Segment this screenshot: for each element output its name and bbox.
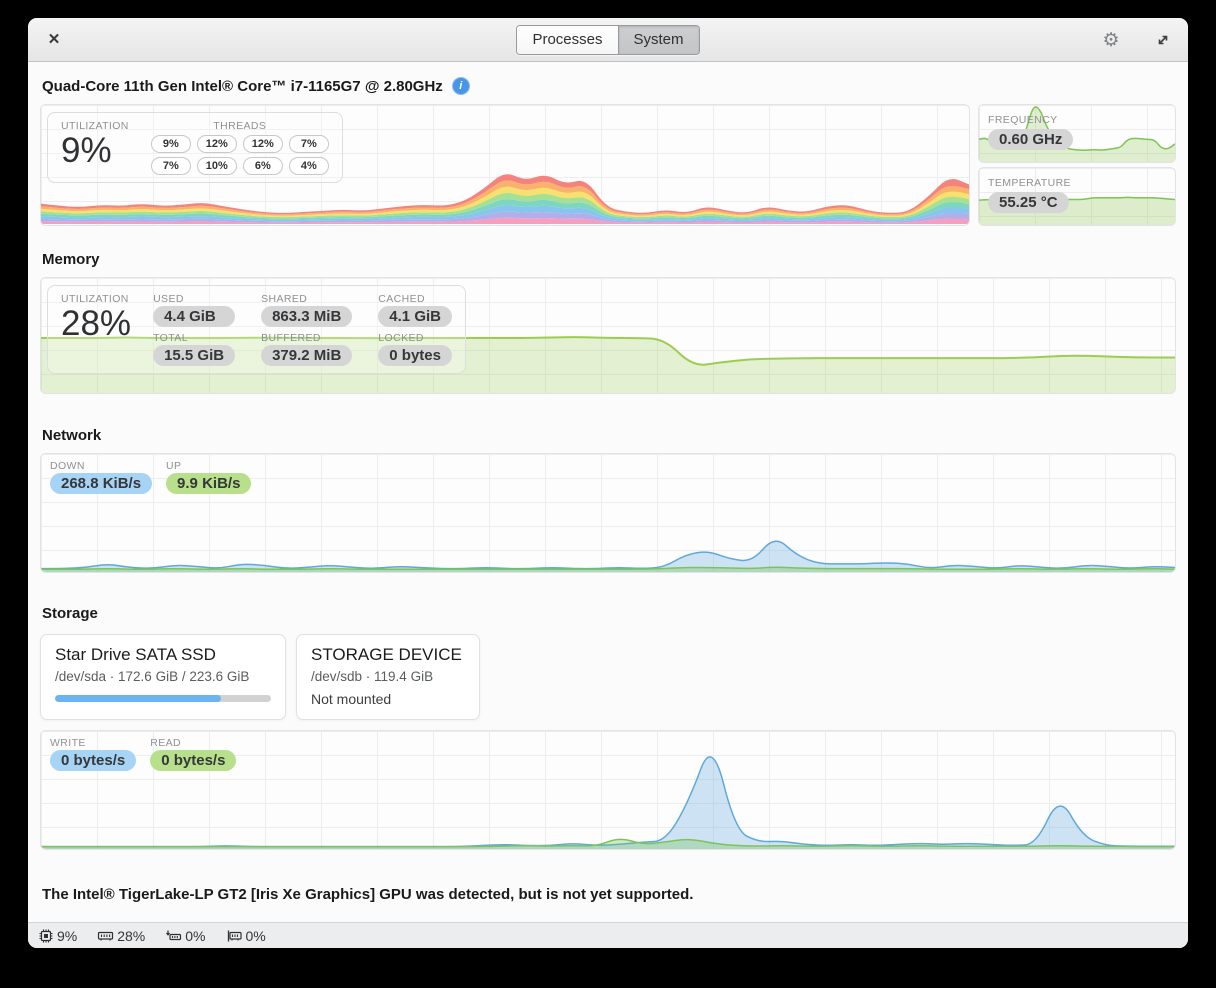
statusbar: 9% 28% 0% 0%: [28, 922, 1188, 948]
system-monitor-window: ✕ Processes System ⚙ Quad-Core 11th Gen …: [28, 18, 1188, 948]
statusbar-gpu-value: 0%: [246, 928, 266, 944]
frequency-badge: 0.60 GHz: [988, 129, 1073, 150]
cpu-title: Quad-Core 11th Gen Intel® Core™ i7-1165G…: [42, 78, 443, 95]
swap-icon: [165, 928, 182, 944]
cpu-frequency-chart: FREQUENCY 0.60 GHz: [978, 104, 1176, 163]
cpu-temperature-chart: TEMPERATURE 55.25 °C: [978, 167, 1176, 226]
network-up-label: UP: [166, 460, 251, 472]
device-details: /dev/sda · 172.6 GiB / 223.6 GiB: [55, 669, 271, 684]
storage-read-badge: 0 bytes/s: [150, 750, 236, 771]
statusbar-memory-value: 28%: [117, 928, 145, 944]
cpu-utilization-chart: UTILIZATION 9% THREADS 9% 12% 12% 7%: [40, 104, 970, 226]
network-down-badge: 268.8 KiB/s: [50, 473, 152, 494]
memory-icon: [97, 928, 114, 944]
cpu-utilization-value: 9%: [61, 132, 129, 171]
thread-usage-pill: 7%: [151, 157, 191, 175]
frequency-label: FREQUENCY: [988, 114, 1058, 126]
thread-usage-pill: 9%: [151, 135, 191, 153]
statusbar-cpu-value: 9%: [57, 928, 77, 944]
memory-cached-label: CACHED: [378, 293, 452, 305]
memory-utilization-chart: UTILIZATION 28% USED 4.4 GiB TOTAL 15.5 …: [40, 277, 1176, 394]
tab-processes[interactable]: Processes: [517, 26, 617, 54]
statusbar-swap: 0%: [165, 928, 205, 944]
gpu-icon: [226, 928, 243, 944]
memory-locked-label: LOCKED: [378, 332, 452, 344]
thread-usage-pill: 6%: [243, 157, 283, 175]
temperature-badge: 55.25 °C: [988, 192, 1069, 213]
thread-usage-pill: 10%: [197, 157, 237, 175]
system-view: Quad-Core 11th Gen Intel® Core™ i7-1165G…: [28, 62, 1188, 922]
tab-system[interactable]: System: [618, 26, 699, 54]
network-section-title: Network: [42, 427, 1174, 444]
network-down-label: DOWN: [50, 460, 152, 472]
thread-usage-pill: 4%: [289, 157, 329, 175]
gpu-notice-text: The Intel® TigerLake-LP GT2 [Iris Xe Gra…: [42, 886, 1174, 903]
storage-device-card-sdb: STORAGE DEVICE /dev/sdb · 119.4 GiB Not …: [296, 634, 480, 720]
thread-usage-pill: 12%: [197, 135, 237, 153]
memory-buffered-badge: 379.2 MiB: [261, 345, 352, 366]
storage-history-chart: WRITE 0 bytes/s READ 0 bytes/s: [40, 730, 1176, 850]
memory-shared-badge: 863.3 MiB: [261, 306, 352, 327]
cpu-threads-label: THREADS: [213, 120, 266, 132]
device-status: Not mounted: [311, 691, 465, 707]
memory-locked-badge: 0 bytes: [378, 345, 452, 366]
headerbar: ✕ Processes System ⚙: [28, 18, 1188, 62]
statusbar-cpu: 9%: [38, 928, 77, 944]
memory-used-badge: 4.4 GiB: [153, 306, 235, 327]
storage-write-badge: 0 bytes/s: [50, 750, 136, 771]
network-up-badge: 9.9 KiB/s: [166, 473, 251, 494]
memory-section-title: Memory: [42, 251, 1174, 268]
memory-total-label: TOTAL: [153, 332, 235, 344]
device-usage-bar: [55, 695, 271, 702]
fullscreen-expand-icon[interactable]: [1152, 29, 1174, 51]
device-name: Star Drive SATA SSD: [55, 645, 271, 665]
diagonal-arrows-icon: [1155, 32, 1171, 48]
statusbar-memory: 28%: [97, 928, 145, 944]
storage-device-card-sda: Star Drive SATA SSD /dev/sda · 172.6 GiB…: [40, 634, 286, 720]
memory-buffered-label: BUFFERED: [261, 332, 352, 344]
device-usage-fill: [55, 695, 221, 702]
statusbar-gpu: 0%: [226, 928, 266, 944]
statusbar-swap-value: 0%: [185, 928, 205, 944]
view-switcher: Processes System: [516, 25, 699, 55]
memory-used-label: USED: [153, 293, 235, 305]
info-icon[interactable]: i: [452, 77, 470, 95]
device-details: /dev/sdb · 119.4 GiB: [311, 669, 465, 684]
network-history-chart: DOWN 268.8 KiB/s UP 9.9 KiB/s: [40, 453, 1176, 573]
memory-utilization-value: 28%: [61, 305, 131, 344]
storage-devices: Star Drive SATA SSD /dev/sda · 172.6 GiB…: [40, 634, 1176, 720]
memory-total-badge: 15.5 GiB: [153, 345, 235, 366]
storage-write-label: WRITE: [50, 737, 136, 749]
settings-gear-icon[interactable]: ⚙: [1100, 29, 1122, 51]
device-name: STORAGE DEVICE: [311, 645, 465, 665]
memory-shared-label: SHARED: [261, 293, 352, 305]
cpu-threads-grid: THREADS 9% 12% 12% 7% 7% 10% 6: [151, 120, 329, 175]
memory-cached-badge: 4.1 GiB: [378, 306, 452, 327]
close-button[interactable]: ✕: [44, 30, 64, 50]
cpu-icon: [38, 928, 54, 944]
temperature-label: TEMPERATURE: [988, 177, 1071, 189]
cpu-stats-card: UTILIZATION 9% THREADS 9% 12% 12% 7%: [47, 112, 343, 183]
storage-section-title: Storage: [42, 605, 1174, 622]
memory-stats-card: UTILIZATION 28% USED 4.4 GiB TOTAL 15.5 …: [47, 285, 466, 374]
cpu-section: UTILIZATION 9% THREADS 9% 12% 12% 7%: [40, 104, 1176, 226]
thread-usage-pill: 12%: [243, 135, 283, 153]
thread-usage-pill: 7%: [289, 135, 329, 153]
storage-read-label: READ: [150, 737, 236, 749]
